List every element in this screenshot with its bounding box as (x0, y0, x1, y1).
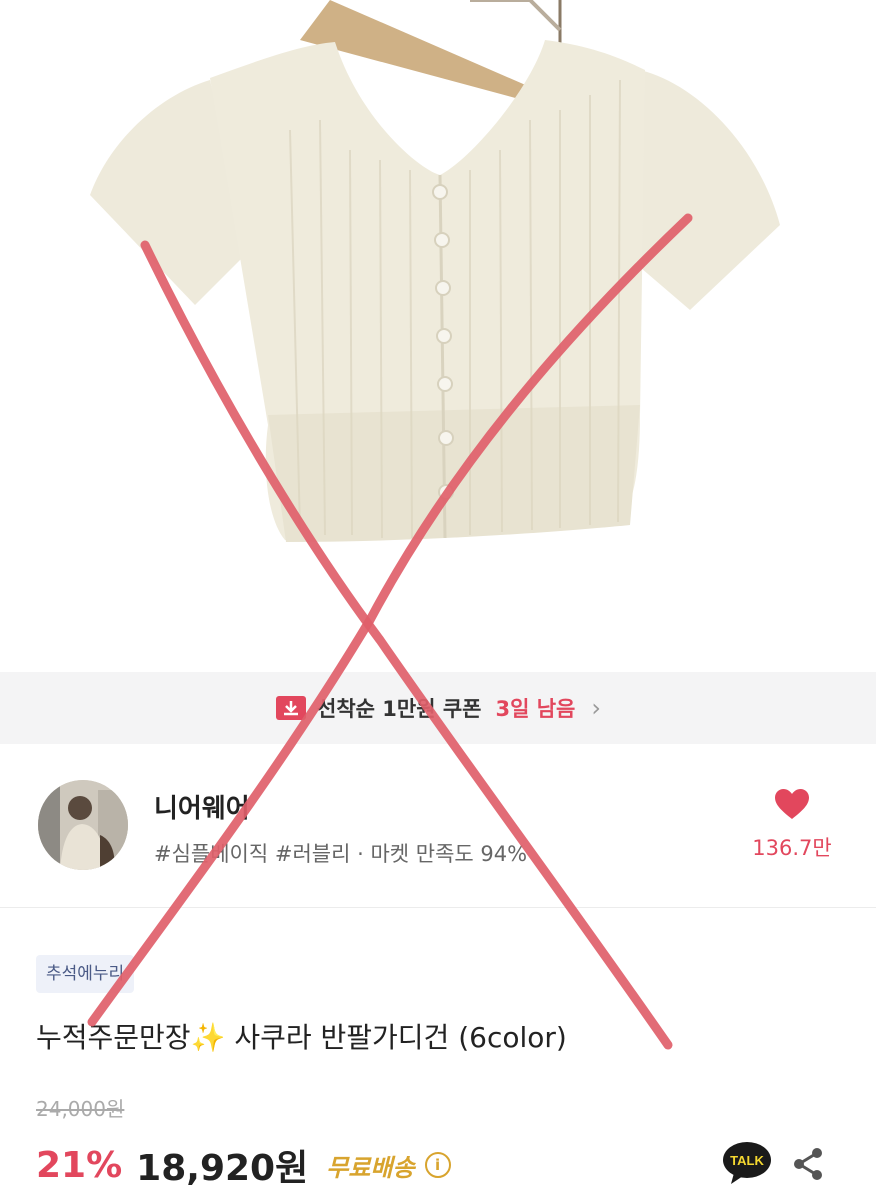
event-badge: 추석에누리 (36, 955, 135, 993)
chevron-right-icon: › (591, 694, 601, 722)
kakao-talk-icon[interactable]: TALK (722, 1141, 772, 1185)
talk-label: TALK (730, 1153, 764, 1168)
heart-icon (775, 789, 809, 819)
shop-tags: #심플베이직 #러블리 · 마켓 만족도 94% (154, 842, 528, 866)
share-icon[interactable] (790, 1146, 826, 1182)
product-image[interactable] (0, 0, 876, 672)
discount-rate: 21% (36, 1144, 123, 1186)
original-price: 24,000원 (36, 1097, 125, 1121)
shop-name[interactable]: 니어웨어 (154, 788, 250, 825)
coupon-download-icon (276, 696, 306, 720)
coupon-label: 선착순 1만원 쿠폰 (317, 697, 482, 721)
shop-avatar[interactable] (38, 780, 128, 870)
coupon-banner[interactable]: 선착순 1만원 쿠폰 3일 남음 › (0, 672, 876, 744)
free-shipping-label: 무료배송 (326, 1153, 415, 1182)
shop-info[interactable]: 니어웨어 #심플베이직 #러블리 · 마켓 만족도 94% 136.7만 (0, 744, 876, 908)
product-title: 누적주문만장✨ 사쿠라 반팔가디건 (6color) (36, 1021, 567, 1054)
coupon-remaining-days: 3일 남음 (495, 697, 576, 721)
cardigan-illustration (90, 0, 780, 542)
sale-price: 18,920원 (136, 1148, 309, 1189)
favorite-button[interactable]: 136.7만 (742, 788, 842, 862)
favorite-count: 136.7만 (752, 836, 832, 860)
price-row: 21% 18,920원 무료배송 i (36, 1140, 451, 1190)
info-icon[interactable]: i (424, 1152, 451, 1178)
